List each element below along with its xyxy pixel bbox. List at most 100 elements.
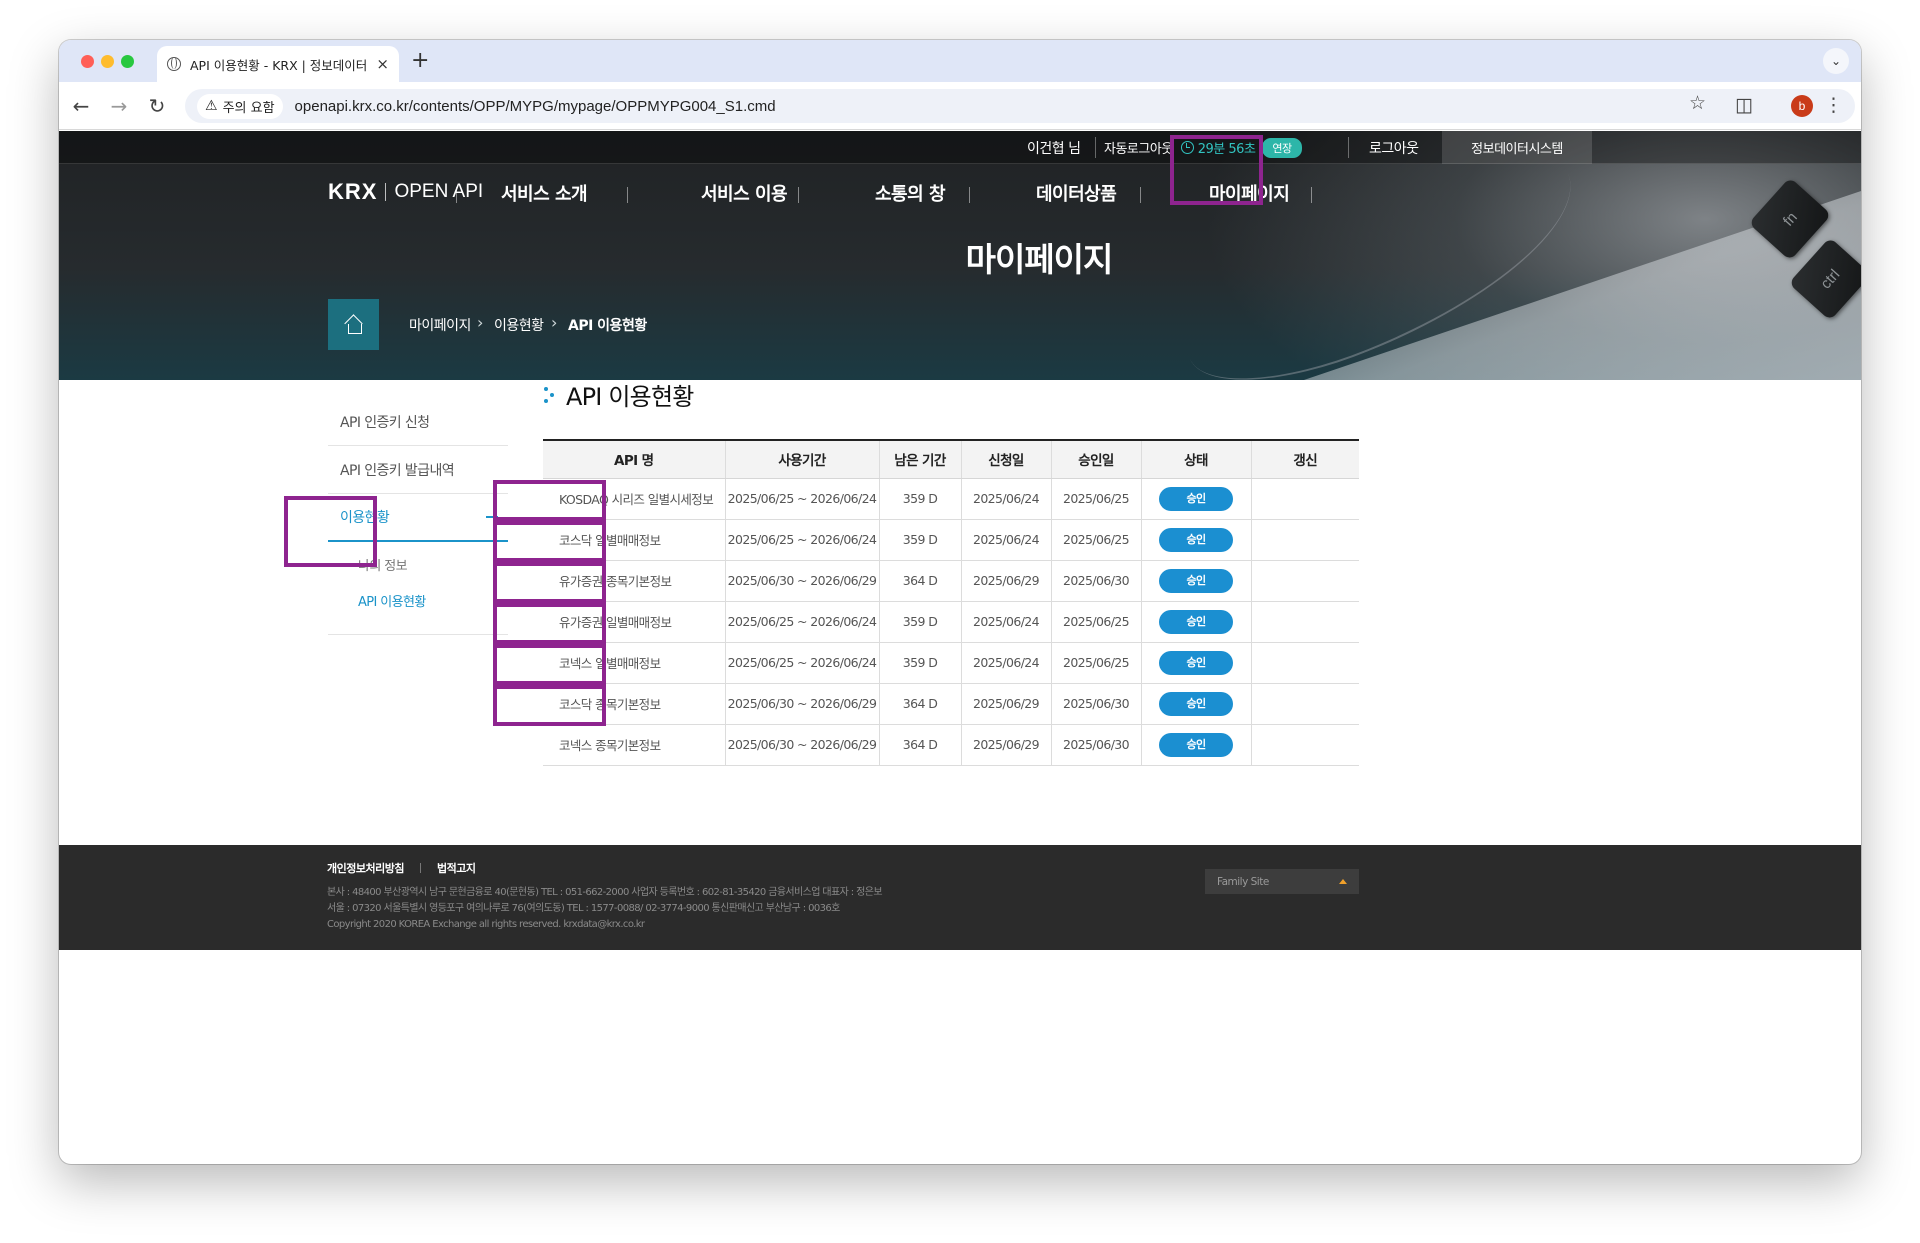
- approved-date-cell: 2025/06/30: [1050, 683, 1141, 725]
- close-window-button[interactable]: [81, 55, 94, 68]
- content-title-text: API 이용현황: [566, 383, 694, 411]
- profile-avatar[interactable]: b: [1791, 95, 1813, 117]
- status-approved-button[interactable]: 승인: [1159, 486, 1233, 511]
- status-approved-button[interactable]: 승인: [1159, 650, 1233, 675]
- security-status-chip[interactable]: ⚠ 주의 요함: [197, 93, 283, 119]
- approved-date-cell: 2025/06/25: [1050, 478, 1141, 520]
- utility-divider: [1095, 137, 1096, 158]
- gnb-divider: [1140, 187, 1141, 203]
- globe-icon: [167, 57, 181, 71]
- breadcrumb-usage[interactable]: 이용현황: [494, 315, 544, 335]
- home-icon: [345, 316, 363, 334]
- renew-cell: [1250, 642, 1359, 684]
- highlight-box-row-3: [493, 521, 606, 562]
- approved-date-cell: 2025/06/25: [1050, 642, 1141, 684]
- renew-cell: [1250, 724, 1359, 766]
- gnb-divider: [1311, 187, 1312, 203]
- remaining-cell: 359 D: [878, 601, 961, 643]
- legal-notice-link[interactable]: 법적고지: [437, 860, 476, 876]
- remaining-cell: 364 D: [878, 724, 961, 766]
- chevron-right-icon: ›: [551, 313, 558, 332]
- breadcrumb-mypage[interactable]: 마이페이지: [409, 315, 471, 335]
- sidebar-item-api-key-request[interactable]: API 인증키 신청: [328, 398, 508, 446]
- new-tab-button[interactable]: +: [411, 48, 429, 73]
- page-heading: 마이페이지: [965, 240, 1114, 279]
- status-cell: 승인: [1140, 724, 1251, 766]
- gnb-communication[interactable]: 소통의 창: [875, 180, 946, 206]
- period-cell: 2025/06/30 ~ 2026/06/29: [724, 560, 879, 602]
- home-button[interactable]: [328, 299, 379, 350]
- forward-arrow-icon[interactable]: →: [107, 94, 131, 118]
- browser-tab[interactable]: API 이용현황 - KRX | 정보데이터 ×: [157, 46, 399, 82]
- column-header: 승인일: [1050, 439, 1141, 479]
- gnb-divider: [969, 187, 970, 203]
- back-arrow-icon[interactable]: ←: [69, 94, 93, 118]
- gnb-divider: [627, 187, 628, 203]
- status-cell: 승인: [1140, 560, 1251, 602]
- table-row: 코스닥 종목기본정보 2025/06/30 ~ 2026/06/29 364 D…: [543, 683, 1359, 725]
- footer-info-line: 본사 : 48400 부산광역시 남구 문현금융로 40(문현동) TEL : …: [327, 887, 883, 898]
- status-approved-button[interactable]: 승인: [1159, 527, 1233, 552]
- footer-copyright: Copyright 2020 KOREA Exchange all rights…: [327, 919, 645, 930]
- approved-date-cell: 2025/06/30: [1050, 560, 1141, 602]
- chevron-right-icon: ›: [477, 313, 484, 332]
- content-title: API 이용현황: [544, 377, 694, 412]
- privacy-policy-link[interactable]: 개인정보처리방침: [327, 860, 404, 876]
- breadcrumb: 마이페이지 › 이용현황 › API 이용현황: [328, 299, 1860, 350]
- sidebar-subitem-my-info[interactable]: 나의 정보: [358, 554, 508, 580]
- krx-openapi-logo[interactable]: KRX OPEN API: [328, 179, 483, 205]
- warning-triangle-icon: ⚠: [205, 98, 218, 114]
- column-header: API 명: [543, 439, 725, 479]
- logout-link[interactable]: 로그아웃: [1369, 131, 1419, 164]
- extensions-puzzle-icon[interactable]: ◫: [1735, 94, 1753, 116]
- footer-links: 개인정보처리방침 법적고지: [327, 860, 476, 876]
- tab-search-chevron-icon[interactable]: ⌄: [1823, 48, 1849, 74]
- footer-divider: [419, 863, 421, 873]
- extend-session-button[interactable]: 연장: [1262, 137, 1302, 158]
- status-approved-button[interactable]: 승인: [1159, 609, 1233, 634]
- remaining-cell: 359 D: [878, 519, 961, 561]
- status-approved-button[interactable]: 승인: [1159, 732, 1233, 757]
- column-header: 신청일: [960, 439, 1051, 479]
- status-approved-button[interactable]: 승인: [1159, 568, 1233, 593]
- api-name-cell: 코넥스 종목기본정보: [543, 724, 725, 766]
- openapi-logo-text: OPEN API: [394, 181, 484, 202]
- table-row: 유가증권 일별매매정보 2025/06/25 ~ 2026/06/24 359 …: [543, 601, 1359, 643]
- status-approved-button[interactable]: 승인: [1159, 691, 1233, 716]
- minimize-window-button[interactable]: [101, 55, 114, 68]
- reload-icon[interactable]: ↻: [145, 94, 169, 118]
- tab-close-icon[interactable]: ×: [376, 55, 389, 73]
- caret-up-icon: [1339, 879, 1347, 884]
- family-site-select[interactable]: Family Site: [1205, 869, 1359, 894]
- applied-date-cell: 2025/06/24: [960, 601, 1051, 643]
- renew-cell: [1250, 478, 1359, 520]
- gnb-data-products[interactable]: 데이터상품: [1036, 180, 1117, 206]
- utility-bar: 이건협 님 자동로그아웃 29분 56초 연장 로그아웃 정보데이터시스템: [59, 131, 1861, 164]
- data-system-link[interactable]: 정보데이터시스템: [1442, 131, 1592, 164]
- security-label: 주의 요함: [222, 100, 275, 116]
- more-menu-icon[interactable]: ⋮: [1824, 94, 1843, 116]
- bookmark-star-icon[interactable]: ☆: [1689, 92, 1706, 114]
- applied-date-cell: 2025/06/24: [960, 519, 1051, 561]
- gnb-service-intro[interactable]: 서비스 소개: [501, 180, 588, 206]
- auto-logout-label: 자동로그아웃: [1104, 142, 1173, 157]
- highlight-box-row-7: [493, 685, 606, 726]
- url-text[interactable]: openapi.krx.co.kr/contents/OPP/MYPG/mypa…: [295, 98, 776, 115]
- gnb-service-use[interactable]: 서비스 이용: [701, 180, 788, 206]
- highlight-box-mypage: [1170, 135, 1263, 205]
- period-cell: 2025/06/25 ~ 2026/06/24: [724, 519, 879, 561]
- logo-divider: [385, 183, 387, 201]
- user-name: 이건협 님: [1027, 140, 1081, 157]
- address-bar[interactable]: ⚠ 주의 요함 openapi.krx.co.kr/contents/OPP/M…: [185, 89, 1855, 123]
- tab-strip: API 이용현황 - KRX | 정보데이터 × + ⌄: [59, 40, 1861, 82]
- table-row: 코스닥 일별매매정보 2025/06/25 ~ 2026/06/24 359 D…: [543, 519, 1359, 561]
- status-cell: 승인: [1140, 642, 1251, 684]
- sidebar-item-label: API 인증키 신청: [340, 414, 430, 431]
- table-row: 코넥스 일별매매정보 2025/06/25 ~ 2026/06/24 359 D…: [543, 642, 1359, 684]
- sidebar-subitem-api-usage[interactable]: API 이용현황: [358, 590, 508, 616]
- sidebar-item-api-key-history[interactable]: API 인증키 발급내역: [328, 446, 508, 494]
- maximize-window-button[interactable]: [121, 55, 134, 68]
- renew-cell: [1250, 519, 1359, 561]
- period-cell: 2025/06/25 ~ 2026/06/24: [724, 601, 879, 643]
- gnb-divider: [798, 187, 799, 203]
